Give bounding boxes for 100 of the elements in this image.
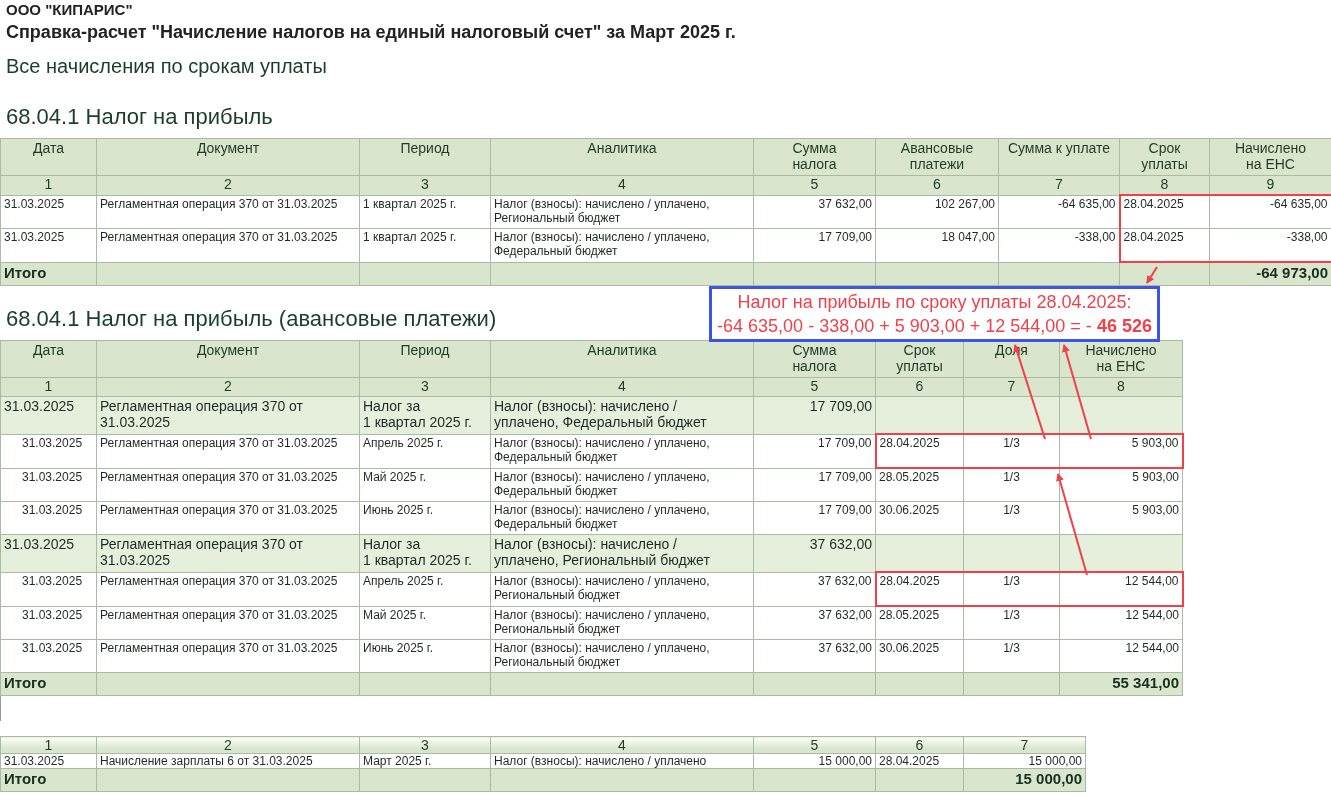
column-number: 1 xyxy=(0,736,97,754)
table-cell: 28.05.2025 xyxy=(875,606,964,640)
table-cell: Регламентная операция 370 от 31.03.2025 xyxy=(96,396,360,434)
table-cell: 31.03.2025 xyxy=(0,195,97,229)
table-cell: 31.03.2025 xyxy=(0,501,97,535)
table-cell: 1 квартал 2025 г. xyxy=(359,195,491,229)
table-cell: 1/3 xyxy=(963,468,1060,502)
column-header: Авансовые платежи xyxy=(875,138,999,176)
table-cell: 37 632,00 xyxy=(753,534,876,572)
column-header: Начислено на ЕНС xyxy=(1059,340,1183,378)
table-cell: 31.03.2025 xyxy=(0,434,97,468)
column-number: 6 xyxy=(875,736,964,754)
table-cell: 15 000,00 xyxy=(963,753,1086,769)
table-cell: 31.03.2025 xyxy=(0,753,97,769)
table-cell: 17 709,00 xyxy=(753,228,876,262)
table-cell: 37 632,00 xyxy=(753,639,876,673)
company-name: ООО "КИПАРИС" xyxy=(5,0,134,20)
column-header: Срок уплаты xyxy=(1119,138,1210,176)
column-number: 1 xyxy=(0,175,97,195)
column-number: 4 xyxy=(490,736,754,754)
table-cell: 31.03.2025 xyxy=(0,228,97,262)
report-title: Справка-расчет "Начисление налогов на единый налоговый счет" за Март 2025 г. xyxy=(5,21,737,44)
column-header: Документ xyxy=(96,138,360,176)
column-number: 3 xyxy=(359,736,491,754)
table-cell: Март 2025 г. xyxy=(359,753,491,769)
table-cell: 30.06.2025 xyxy=(875,501,964,535)
column-header: Сумма к уплате xyxy=(998,138,1120,176)
column-header: Дата xyxy=(0,138,97,176)
table-cell: Регламентная операция 370 от 31.03.2025 xyxy=(96,195,360,229)
column-number: 5 xyxy=(753,736,876,754)
table-cell: 12 544,00 xyxy=(1059,606,1183,640)
table-cell: 37 632,00 xyxy=(753,606,876,640)
table-cell: Налог (взносы): начислено / уплачено, Федеральный бюджет xyxy=(490,434,754,468)
table-cell: 5 903,00 xyxy=(1059,434,1183,468)
column-header: Период xyxy=(359,340,491,378)
arrow xyxy=(1146,266,1158,284)
total-value: -64 973,00 xyxy=(1209,262,1331,286)
table-cell: 31.03.2025 xyxy=(0,396,97,434)
table-cell: Регламентная операция 370 от 31.03.2025 xyxy=(96,228,360,262)
callout-text: Налог на прибыль по сроку уплаты 28.04.2025: xyxy=(736,291,1133,314)
callout-formula: -64 635,00 - 338,00 + 5 903,00 + 12 544,00 = - 46 526 xyxy=(716,315,1153,338)
column-header: Аналитика xyxy=(490,340,754,378)
table-cell: 31.03.2025 xyxy=(0,572,97,606)
column-header: Начислено на ЕНС xyxy=(1209,138,1331,176)
table-cell: Регламентная операция 370 от 31.03.2025 xyxy=(96,572,360,606)
table-cell: 1 квартал 2025 г. xyxy=(359,228,491,262)
table-cell: Налог (взносы): начислено / уплачено xyxy=(490,753,754,769)
column-number: 2 xyxy=(96,736,360,754)
table-cell: 28.04.2025 xyxy=(875,572,964,606)
table-cell: Налог (взносы): начислено / уплачено, Региональный бюджет xyxy=(490,639,754,673)
table-cell: Регламентная операция 370 от 31.03.2025 xyxy=(96,639,360,673)
column-header: Срок уплаты xyxy=(875,340,964,378)
table-cell: Налог (взносы): начислено / уплачено, Федеральный бюджет xyxy=(490,468,754,502)
table-cell: 28.05.2025 xyxy=(875,468,964,502)
table-cell: 12 544,00 xyxy=(1059,639,1183,673)
table-cell: 28.04.2025 xyxy=(875,434,964,468)
table-cell: 31.03.2025 xyxy=(0,468,97,502)
table-cell: 1/3 xyxy=(963,434,1060,468)
table-cell: Июнь 2025 г. xyxy=(359,639,491,673)
column-header: Дата xyxy=(0,340,97,378)
column-header: Документ xyxy=(96,340,360,378)
table-cell: 17 709,00 xyxy=(753,396,876,434)
table-cell: 28.04.2025 xyxy=(1119,195,1210,229)
table-cell: 28.04.2025 xyxy=(875,753,964,769)
table-cell: Май 2025 г. xyxy=(359,468,491,502)
table-cell: 15 000,00 xyxy=(753,753,876,769)
table-cell: Налог за 1 квартал 2025 г. xyxy=(359,396,491,434)
table-cell: 31.03.2025 xyxy=(0,639,97,673)
table-cell: 31.03.2025 xyxy=(0,534,97,572)
table-cell: Начисление зарплаты 6 от 31.03.2025 xyxy=(96,753,360,769)
table-cell: 31.03.2025 xyxy=(0,606,97,640)
section-title: 68.04.1 Налог на прибыль xyxy=(5,104,273,131)
table-cell: Регламентная операция 370 от 31.03.2025 xyxy=(96,468,360,502)
table-cell: Апрель 2025 г. xyxy=(359,434,491,468)
table-cell: Регламентная операция 370 от 31.03.2025 xyxy=(96,501,360,535)
table-cell: Май 2025 г. xyxy=(359,606,491,640)
total-label: Итого xyxy=(0,672,97,696)
total-label: Итого xyxy=(0,768,97,792)
table-cell: 37 632,00 xyxy=(753,195,876,229)
column-header: Аналитика xyxy=(490,138,754,176)
section-title: 68.04.1 Налог на прибыль (авансовые платежи) xyxy=(5,306,497,333)
column-header: Сумма налога xyxy=(753,340,876,378)
column-number: 7 xyxy=(963,736,1086,754)
table-cell: Налог (взносы): начислено / уплачено, Региональный бюджет xyxy=(490,606,754,640)
table-cell: Апрель 2025 г. xyxy=(359,572,491,606)
table-cell: Налог (взносы): начислено / уплачено, Федеральный бюджет xyxy=(490,228,754,262)
table-cell: 12 544,00 xyxy=(1059,572,1183,606)
table-cell: -64 635,00 xyxy=(1209,195,1331,229)
table-cell: 17 709,00 xyxy=(753,501,876,535)
table-cell: Регламентная операция 370 от 31.03.2025 xyxy=(96,434,360,468)
table-cell: Налог (взносы): начислено / уплачено, Региональный бюджет xyxy=(490,534,754,572)
table-cell: 1/3 xyxy=(963,606,1060,640)
table-cell: 5 903,00 xyxy=(1059,468,1183,502)
table-cell: 30.06.2025 xyxy=(875,639,964,673)
column-header: Период xyxy=(359,138,491,176)
table-cell: 5 903,00 xyxy=(1059,501,1183,535)
table-cell: Регламентная операция 370 от 31.03.2025 xyxy=(96,606,360,640)
total-value: 15 000,00 xyxy=(963,768,1086,792)
table-cell: Июнь 2025 г. xyxy=(359,501,491,535)
total-value: 55 341,00 xyxy=(1059,672,1183,696)
